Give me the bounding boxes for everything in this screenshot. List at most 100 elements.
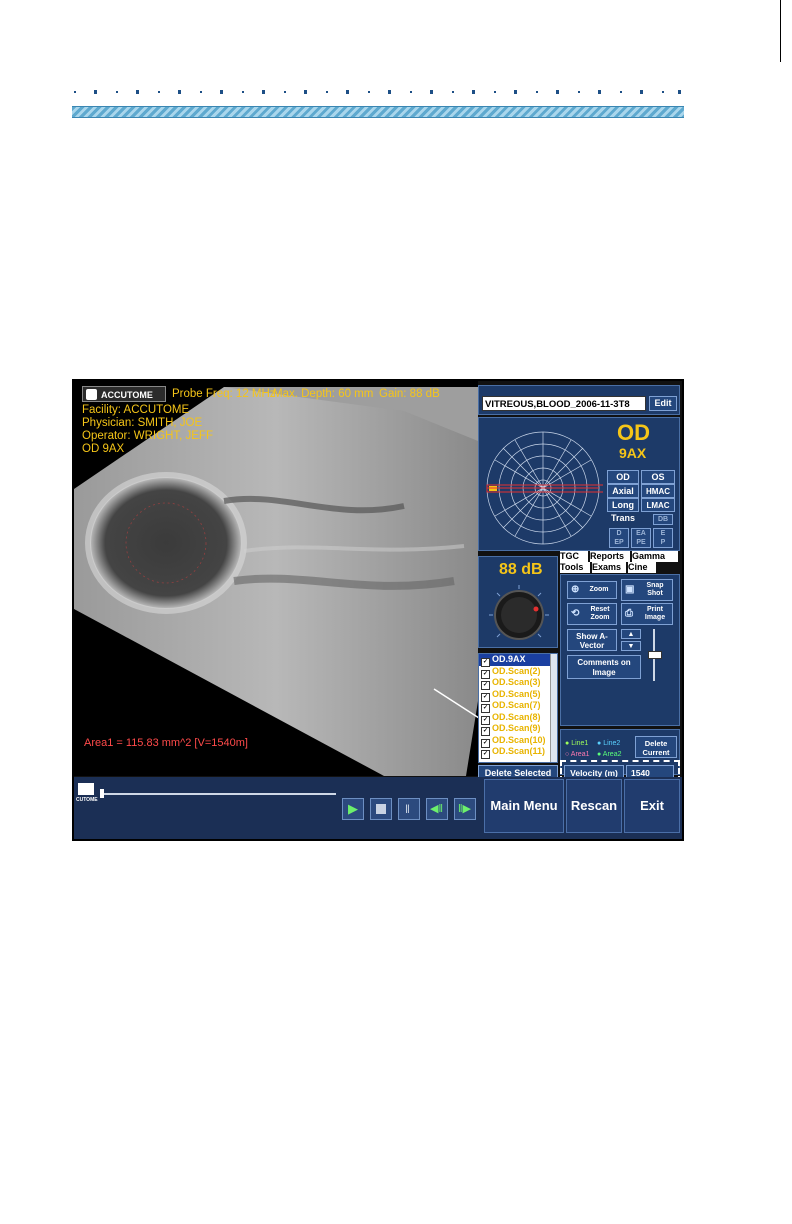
pe-label: PE bbox=[636, 539, 646, 546]
delete-current-button[interactable]: Delete Current bbox=[635, 736, 677, 758]
list-item[interactable]: ✓ OD.Scan(2) bbox=[479, 666, 557, 679]
show-a-vector-button[interactable]: Show A-Vector bbox=[567, 629, 617, 651]
exit-button[interactable]: Exit bbox=[624, 779, 680, 833]
scan-name: OD.Scan(5) bbox=[492, 688, 541, 699]
area1-label: Area1 bbox=[570, 751, 590, 758]
step-forward-icon: ‖▶ bbox=[458, 803, 472, 815]
main-menu-button[interactable]: Main Menu bbox=[484, 779, 564, 833]
p-label: P bbox=[660, 539, 666, 546]
down-arrow-icon: ▼ bbox=[627, 643, 635, 650]
long-button[interactable]: Long bbox=[607, 498, 639, 512]
line1-label: Line1 bbox=[571, 740, 589, 747]
ep-label: EP bbox=[614, 539, 624, 546]
list-item[interactable]: ✓ OD.Scan(8) bbox=[479, 711, 557, 725]
position-indicator: 9AX bbox=[619, 445, 647, 461]
od-button[interactable]: OD bbox=[607, 470, 639, 484]
step-back-button[interactable]: ◀‖ bbox=[426, 798, 448, 820]
os-button[interactable]: OS bbox=[641, 470, 675, 484]
accutome-small-logo bbox=[78, 783, 94, 795]
protocol-panel: VITREOUS,BLOOD_2006-11-3T8 Edit bbox=[478, 385, 680, 415]
snap-shot-button[interactable]: ▣ Snap Shot bbox=[621, 579, 673, 601]
tab-exams[interactable]: Exams bbox=[592, 562, 626, 573]
list-item[interactable]: ✓ OD.Scan(9) bbox=[479, 723, 557, 736]
pause-button[interactable]: ‖ bbox=[398, 798, 420, 820]
print-image-button[interactable]: ⎙ Print Image bbox=[621, 603, 673, 625]
axial-button[interactable]: Axial bbox=[607, 484, 639, 498]
tab-tools[interactable]: Tools bbox=[560, 562, 590, 573]
eye-indicator: OD bbox=[617, 420, 650, 445]
zoom-label: Zoom bbox=[589, 586, 609, 593]
tab-tgc[interactable]: TGC bbox=[560, 551, 588, 562]
scan-name: OD.9AX bbox=[492, 654, 526, 664]
slider-handle[interactable] bbox=[648, 651, 662, 659]
list-item[interactable]: ✓ OD.Scan(11) bbox=[479, 746, 557, 759]
bscan-image-area[interactable]: ACCUTOME Probe Freq: 12 MHz Max. Depth: … bbox=[74, 381, 478, 776]
list-item[interactable]: ✓ OD.9AX bbox=[479, 654, 557, 667]
scan-list[interactable]: ✓ OD.9AX ✓ OD.Scan(2) ✓ OD.Scan(3) ✓ OD.Scan… bbox=[478, 653, 558, 763]
dotted-rule bbox=[74, 90, 681, 94]
line1-option[interactable]: ● Line1 bbox=[565, 740, 588, 747]
d-ep-button[interactable]: D EP bbox=[609, 528, 629, 548]
physician-label: Physician: SMITH, JOE bbox=[82, 417, 203, 429]
up-arrow-icon: ▲ bbox=[627, 631, 635, 638]
list-item[interactable]: ✓ OD.Scan(7) bbox=[479, 700, 557, 713]
camera-icon: ▣ bbox=[625, 584, 635, 595]
zoom-icon: ⊕ bbox=[571, 584, 580, 595]
small-logo-text: CUTOME bbox=[76, 797, 98, 803]
gain-knob[interactable] bbox=[487, 583, 551, 647]
tab-gamma[interactable]: Gamma bbox=[632, 551, 678, 562]
list-item[interactable]: ✓ OD.Scan(3) bbox=[479, 677, 557, 690]
down-arrow-button[interactable]: ▼ bbox=[621, 641, 641, 651]
eye-scan-label: OD 9AX bbox=[82, 443, 125, 455]
comments-on-image-button[interactable]: Comments on Image bbox=[567, 655, 641, 679]
reset-zoom-label: Reset Zoom bbox=[590, 606, 610, 621]
line2-option[interactable]: ● Line2 bbox=[597, 740, 620, 747]
pause-icon: ‖ bbox=[405, 802, 410, 816]
edit-button[interactable]: Edit bbox=[649, 396, 677, 411]
up-arrow-button[interactable]: ▲ bbox=[621, 629, 641, 639]
list-item[interactable]: ✓ OD.Scan(5) bbox=[479, 688, 557, 702]
tools-panel: ⊕ Zoom ▣ Snap Shot ⟲ Reset Zoom ⎙ Print … bbox=[560, 574, 680, 726]
scrollbar[interactable] bbox=[550, 654, 557, 762]
probe-frequency: Probe Freq: 12 MHz bbox=[172, 388, 276, 400]
tab-reports[interactable]: Reports bbox=[590, 551, 630, 562]
scan-name: OD.Scan(10) bbox=[492, 734, 546, 745]
timeline-handle[interactable] bbox=[100, 789, 104, 798]
ea-pe-button[interactable]: EA PE bbox=[631, 528, 651, 548]
scan-name: OD.Scan(9) bbox=[492, 723, 541, 733]
e-p-button[interactable]: EP bbox=[653, 528, 673, 548]
line2-label: Line2 bbox=[603, 740, 621, 747]
reset-icon: ⟲ bbox=[571, 608, 580, 619]
crop-mark bbox=[780, 0, 781, 62]
stop-button[interactable] bbox=[370, 798, 392, 820]
scan-name: OD.Scan(7) bbox=[492, 700, 541, 710]
checkbox[interactable]: ✓ bbox=[481, 750, 490, 759]
area1-option[interactable]: ○ Area1 bbox=[565, 751, 589, 758]
play-button[interactable]: ▶ bbox=[342, 798, 364, 820]
hmac-button[interactable]: HMAC bbox=[641, 484, 675, 498]
cine-timeline[interactable] bbox=[100, 793, 336, 795]
bottom-bar: CUTOME ▶ ‖ ◀‖ ‖▶ Main Menu Rescan Exit bbox=[74, 777, 682, 839]
scan-name: OD.Scan(8) bbox=[492, 711, 541, 722]
tab-cine[interactable]: Cine bbox=[628, 562, 656, 573]
e-label: E bbox=[660, 530, 666, 537]
gain-value: 88 dB bbox=[499, 561, 543, 578]
protocol-select[interactable]: VITREOUS,BLOOD_2006-11-3T8 bbox=[482, 396, 646, 411]
snap-shot-label: Snap Shot bbox=[646, 582, 664, 597]
area-measurement: Area1 = 115.83 mm^2 [V=1540m] bbox=[84, 737, 248, 749]
step-forward-button[interactable]: ‖▶ bbox=[454, 798, 476, 820]
stop-icon bbox=[376, 804, 386, 814]
gain-panel: 88 dB bbox=[478, 556, 558, 648]
db-button[interactable]: DB bbox=[653, 514, 673, 525]
polar-chart[interactable] bbox=[483, 426, 603, 548]
print-image-label: Print Image bbox=[644, 606, 666, 621]
rescan-button[interactable]: Rescan bbox=[566, 779, 622, 833]
zoom-button[interactable]: ⊕ Zoom bbox=[567, 581, 617, 599]
reset-zoom-button[interactable]: ⟲ Reset Zoom bbox=[567, 603, 617, 625]
trans-button[interactable]: Trans bbox=[607, 512, 639, 526]
probe-position-panel: OD 9AX OD OS Axial HMAC Long LMAC Trans … bbox=[478, 417, 680, 551]
lmac-button[interactable]: LMAC bbox=[641, 498, 675, 512]
list-item[interactable]: ✓ OD.Scan(10) bbox=[479, 734, 557, 748]
area2-option[interactable]: ● Area2 bbox=[597, 751, 621, 758]
area2-label: Area2 bbox=[602, 751, 622, 758]
